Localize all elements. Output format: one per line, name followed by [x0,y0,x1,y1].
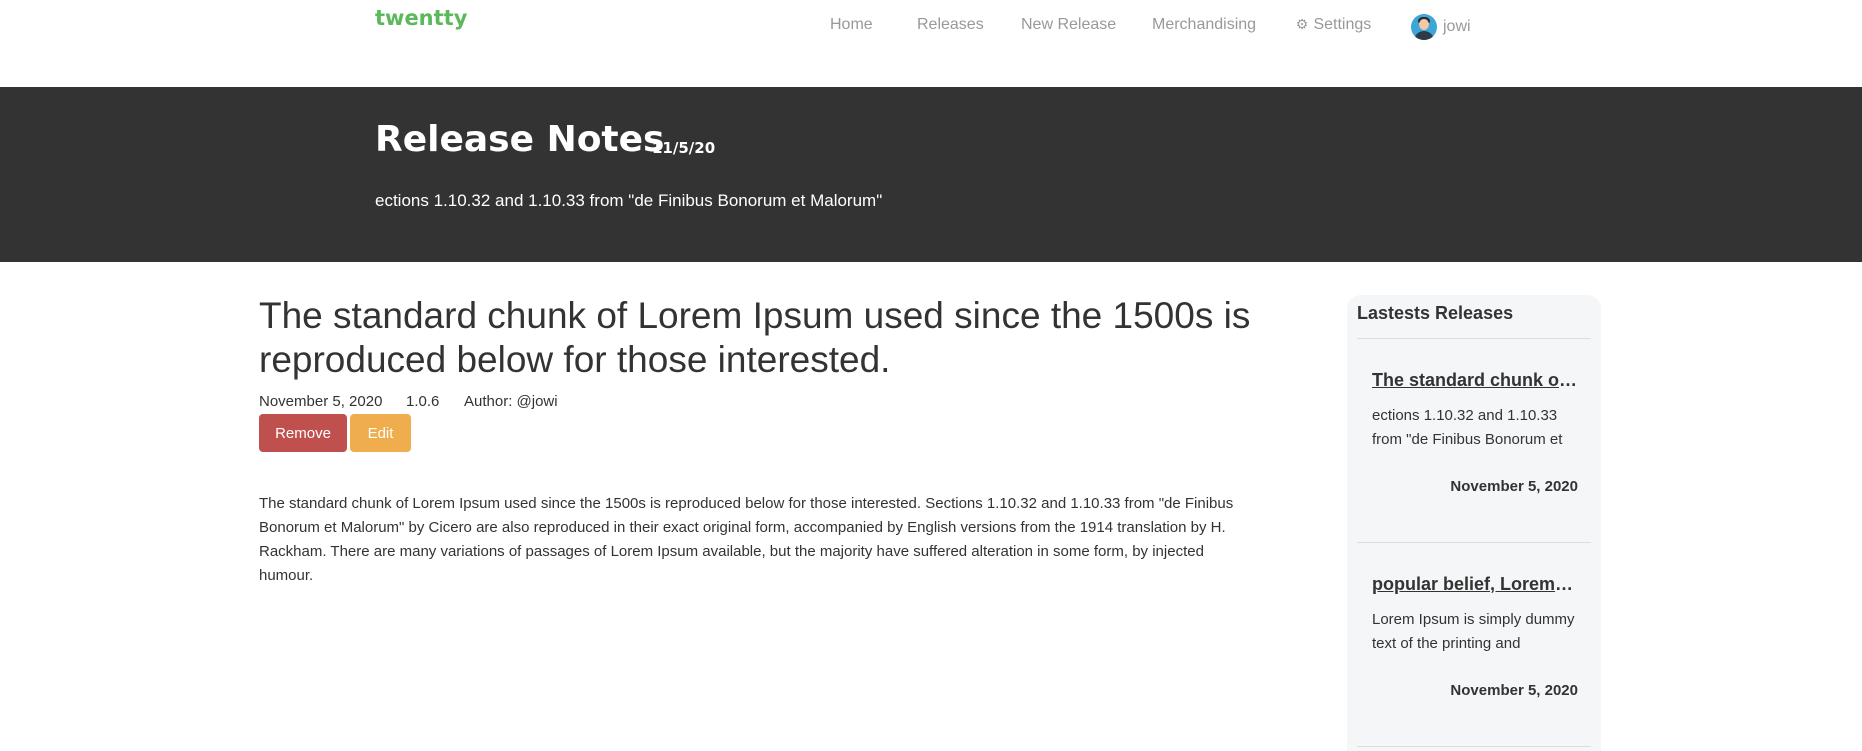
divider [1357,542,1591,543]
sidebar-item-date: November 5, 2020 [1450,682,1578,699]
gear-icon: ⚙ [1295,16,1309,32]
nav-settings-label: Settings [1313,16,1372,33]
release-title: The standard chunk of Lorem Ipsum used s… [259,295,1251,380]
release-version: 1.0.6 [406,393,440,410]
release-body: The standard chunk of Lorem Ipsum used s… [259,495,1234,584]
sidebar-title: Lastests Releases [1357,303,1514,323]
nav-settings[interactable]: ⚙ Settings [1295,16,1372,34]
sidebar-item-summary: Lorem Ipsum is simply dummy text of the … [1372,611,1575,652]
banner-title: Release Notes [375,119,665,160]
nav-home[interactable]: Home [830,16,873,34]
banner-summary: ections 1.10.32 and 1.10.33 from "de Fin… [375,191,883,210]
release-author: Author: @jowi [464,393,558,410]
divider [1357,746,1591,747]
list-item: The standard chunk of Lorem Ipsum used s… [1357,370,1591,560]
nav-user-menu[interactable]: jowi [1411,14,1471,40]
nav-merchandising[interactable]: Merchandising [1152,16,1256,34]
nav-releases[interactable]: Releases [917,16,984,34]
banner-date: 11/5/20 [652,139,716,157]
avatar [1411,14,1437,40]
sidebar-item-title[interactable]: popular belief, Lorem Ipsum is not simpl… [1372,574,1578,595]
remove-button[interactable]: Remove [259,414,347,452]
nav-new-release[interactable]: New Release [1021,16,1116,34]
divider [1357,338,1591,339]
release-notes-banner: Release Notes 11/5/20 ections 1.10.32 an… [0,87,1862,262]
sidebar-item-title[interactable]: The standard chunk of Lorem Ipsum used s… [1372,370,1578,391]
sidebar-item-date: November 5, 2020 [1450,478,1578,495]
sidebar-item-summary: ections 1.10.32 and 1.10.33 from "de Fin… [1372,407,1563,448]
list-item: popular belief, Lorem Ipsum is not simpl… [1357,574,1591,751]
brand-logo[interactable]: twentty [375,6,467,30]
edit-button[interactable]: Edit [350,414,411,452]
nav-user-name: jowi [1443,18,1471,35]
latest-releases-sidebar: Lastests Releases The standard chunk of … [1347,295,1601,751]
navbar: twentty Home Releases New Release Mercha… [0,0,1862,87]
release-date: November 5, 2020 [259,393,383,410]
